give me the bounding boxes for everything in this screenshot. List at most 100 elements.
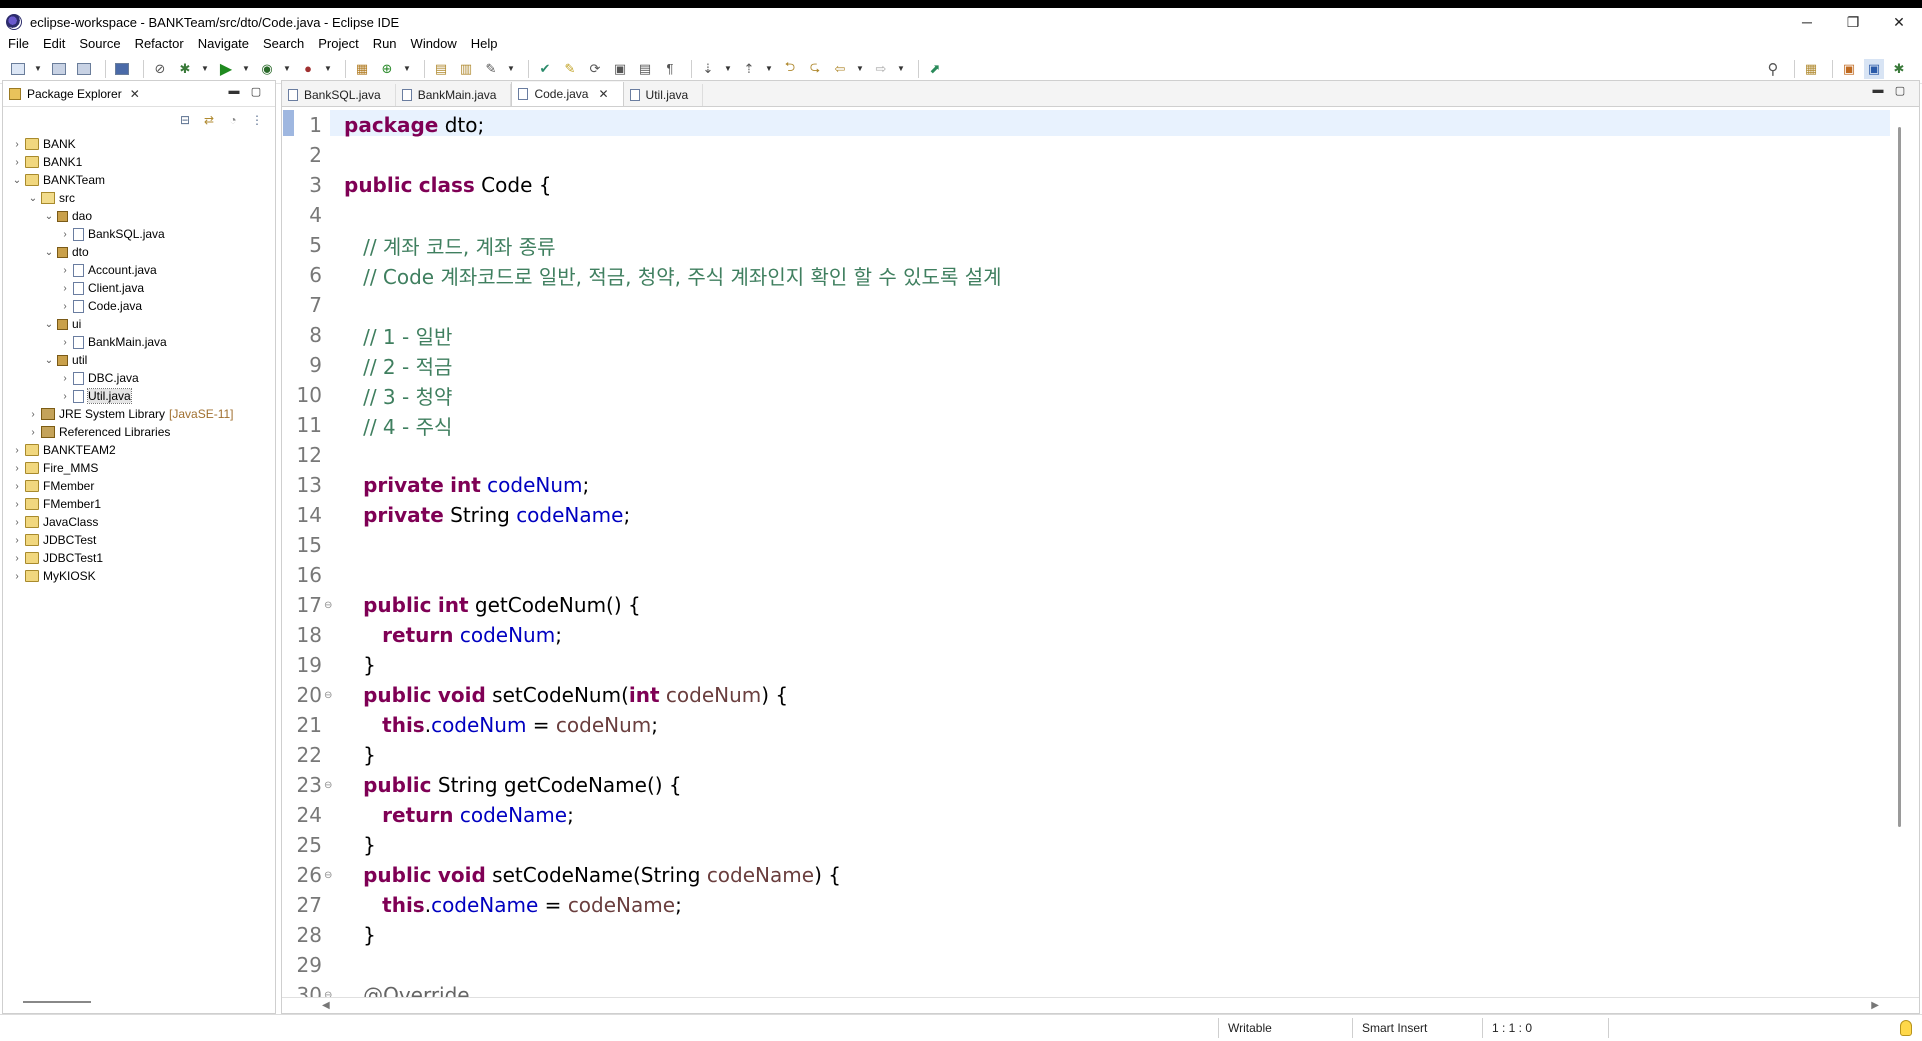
open-type-icon[interactable]: ▤: [431, 59, 451, 79]
new-java-package-icon[interactable]: ▦: [352, 59, 372, 79]
tree-item[interactable]: ⌄ dto: [3, 243, 275, 261]
new-class-dropdown-icon[interactable]: ▼: [402, 59, 412, 79]
chevron-right-icon[interactable]: ›: [11, 157, 23, 168]
menu-project[interactable]: Project: [318, 36, 358, 51]
tree-item[interactable]: › JDBCTest: [3, 531, 275, 549]
code-line[interactable]: 18⊖ return codeNum;: [282, 620, 1919, 650]
code-line[interactable]: 27⊖ this.codeName = codeName;: [282, 890, 1919, 920]
code-line[interactable]: 9⊖ // 2 - 적금: [282, 350, 1919, 380]
chevron-right-icon[interactable]: ›: [11, 139, 23, 150]
tree-item[interactable]: › Account.java: [3, 261, 275, 279]
scroll-right-icon[interactable]: ▶: [1871, 1000, 1879, 1011]
tree-item[interactable]: ⌄ ui: [3, 315, 275, 333]
new-icon[interactable]: [8, 59, 28, 79]
menu-navigate[interactable]: Navigate: [198, 36, 249, 51]
tree-item[interactable]: › BANKTEAM2: [3, 441, 275, 459]
show-whitespace-icon[interactable]: ¶: [660, 59, 680, 79]
external-tools-dropdown-icon[interactable]: ▼: [323, 59, 333, 79]
code-line[interactable]: 29⊖: [282, 950, 1919, 980]
code-line[interactable]: 28⊖ }: [282, 920, 1919, 950]
tree-item[interactable]: › DBC.java: [3, 369, 275, 387]
back-icon[interactable]: ⇦: [830, 59, 850, 79]
prev-annotation-dropdown-icon[interactable]: ▼: [764, 59, 774, 79]
fold-toggle-icon[interactable]: ⊖: [324, 600, 334, 611]
editor-tab[interactable]: BankSQL.java: [282, 84, 396, 106]
code-line[interactable]: 24⊖ return codeName;: [282, 800, 1919, 830]
package-explorer-tab[interactable]: Package Explorer ✕: [9, 87, 140, 101]
last-edit-icon[interactable]: ⮌: [780, 59, 800, 79]
tree-item[interactable]: › Client.java: [3, 279, 275, 297]
code-line[interactable]: 17 ⊖ public int getCodeNum() {: [282, 590, 1919, 620]
maximize-view-icon[interactable]: ▢: [245, 85, 267, 101]
tree-item[interactable]: › BANK1: [3, 153, 275, 171]
tree-item[interactable]: ⌄ src: [3, 189, 275, 207]
code-line[interactable]: 19⊖ }: [282, 650, 1919, 680]
editor-tab[interactable]: Util.java: [624, 84, 704, 106]
prev-annotation-icon[interactable]: ⇡: [739, 59, 759, 79]
close-icon[interactable]: ✕: [598, 87, 608, 101]
view-menu-icon[interactable]: ⋮: [249, 113, 265, 129]
back-dropdown-icon[interactable]: ▼: [855, 59, 865, 79]
chevron-down-icon[interactable]: ⌄: [11, 175, 23, 186]
coverage-icon[interactable]: ◉: [257, 59, 277, 79]
chevron-right-icon[interactable]: ›: [59, 265, 71, 276]
search-icon[interactable]: ⚲: [1763, 59, 1783, 79]
minimize-view-icon[interactable]: ▬: [223, 85, 245, 101]
code-line[interactable]: 20 ⊖ public void setCodeNum(int codeNum) …: [282, 680, 1919, 710]
code-line[interactable]: 13⊖ private int codeNum;: [282, 470, 1919, 500]
menu-search[interactable]: Search: [263, 36, 304, 51]
chevron-right-icon[interactable]: ›: [59, 283, 71, 294]
chevron-right-icon[interactable]: ›: [59, 301, 71, 312]
tree-item[interactable]: › FMember1: [3, 495, 275, 513]
forward-icon[interactable]: ⇨: [871, 59, 891, 79]
toggle-annotation-icon[interactable]: ✔: [535, 59, 555, 79]
horizontal-scrollbar[interactable]: [23, 1001, 91, 1003]
maximize-editor-icon[interactable]: ▢: [1889, 84, 1911, 97]
save-all-icon[interactable]: [74, 59, 94, 79]
fold-toggle-icon[interactable]: ⊖: [324, 990, 334, 998]
new-java-class-icon[interactable]: ⊕: [377, 59, 397, 79]
chevron-right-icon[interactable]: ›: [11, 499, 23, 510]
tree-item[interactable]: › JDBCTest1: [3, 549, 275, 567]
tree-item[interactable]: › Referenced Libraries: [3, 423, 275, 441]
menu-help[interactable]: Help: [471, 36, 498, 51]
menu-file[interactable]: File: [8, 36, 29, 51]
lightbulb-icon[interactable]: [1900, 1020, 1912, 1036]
tree-item[interactable]: ⌄ BANKTeam: [3, 171, 275, 189]
toggle-mark-icon[interactable]: ✎: [560, 59, 580, 79]
chevron-down-icon[interactable]: ⌄: [43, 355, 55, 366]
editor-tab[interactable]: BankMain.java: [396, 84, 512, 106]
fold-toggle-icon[interactable]: ⊖: [324, 690, 334, 701]
java-ee-perspective-icon[interactable]: ▣: [1839, 59, 1859, 79]
tree-item[interactable]: › MyKIOSK: [3, 567, 275, 585]
code-line[interactable]: 30 ⊖ @Override: [282, 980, 1919, 997]
debug-icon[interactable]: ✱: [175, 59, 195, 79]
code-line[interactable]: 1⊖package dto;: [282, 110, 1919, 140]
menu-run[interactable]: Run: [373, 36, 397, 51]
tree-item[interactable]: › JRE System Library [JavaSE-11]: [3, 405, 275, 423]
chevron-right-icon[interactable]: ›: [11, 535, 23, 546]
close-icon[interactable]: ✕: [130, 87, 140, 101]
focus-active-task-icon[interactable]: ◔: [225, 113, 241, 129]
vertical-scrollbar[interactable]: [1898, 127, 1901, 827]
fold-toggle-icon[interactable]: ⊖: [324, 870, 334, 881]
chevron-right-icon[interactable]: ›: [27, 409, 39, 420]
skip-breakpoints-icon[interactable]: ⊘: [150, 59, 170, 79]
search-tool-dropdown-icon[interactable]: ▼: [506, 59, 516, 79]
chevron-right-icon[interactable]: ›: [27, 427, 39, 438]
open-task-icon[interactable]: ▥: [456, 59, 476, 79]
coverage-dropdown-icon[interactable]: ▼: [282, 59, 292, 79]
forward-edit-icon[interactable]: ⮎: [805, 59, 825, 79]
next-annotation-icon[interactable]: ⇣: [698, 59, 718, 79]
debug-perspective-icon[interactable]: ✱: [1889, 59, 1909, 79]
save-icon[interactable]: [49, 59, 69, 79]
tree-item[interactable]: › FMember: [3, 477, 275, 495]
pin-editor-icon[interactable]: ⬈: [925, 59, 945, 79]
chevron-right-icon[interactable]: ›: [11, 463, 23, 474]
chevron-down-icon[interactable]: ⌄: [43, 319, 55, 330]
code-line[interactable]: 11⊖ // 4 - 주식: [282, 410, 1919, 440]
chevron-right-icon[interactable]: ›: [11, 517, 23, 528]
tree-item[interactable]: › Code.java: [3, 297, 275, 315]
link-with-editor-icon[interactable]: ⇄: [201, 113, 217, 129]
code-line[interactable]: 22⊖ }: [282, 740, 1919, 770]
